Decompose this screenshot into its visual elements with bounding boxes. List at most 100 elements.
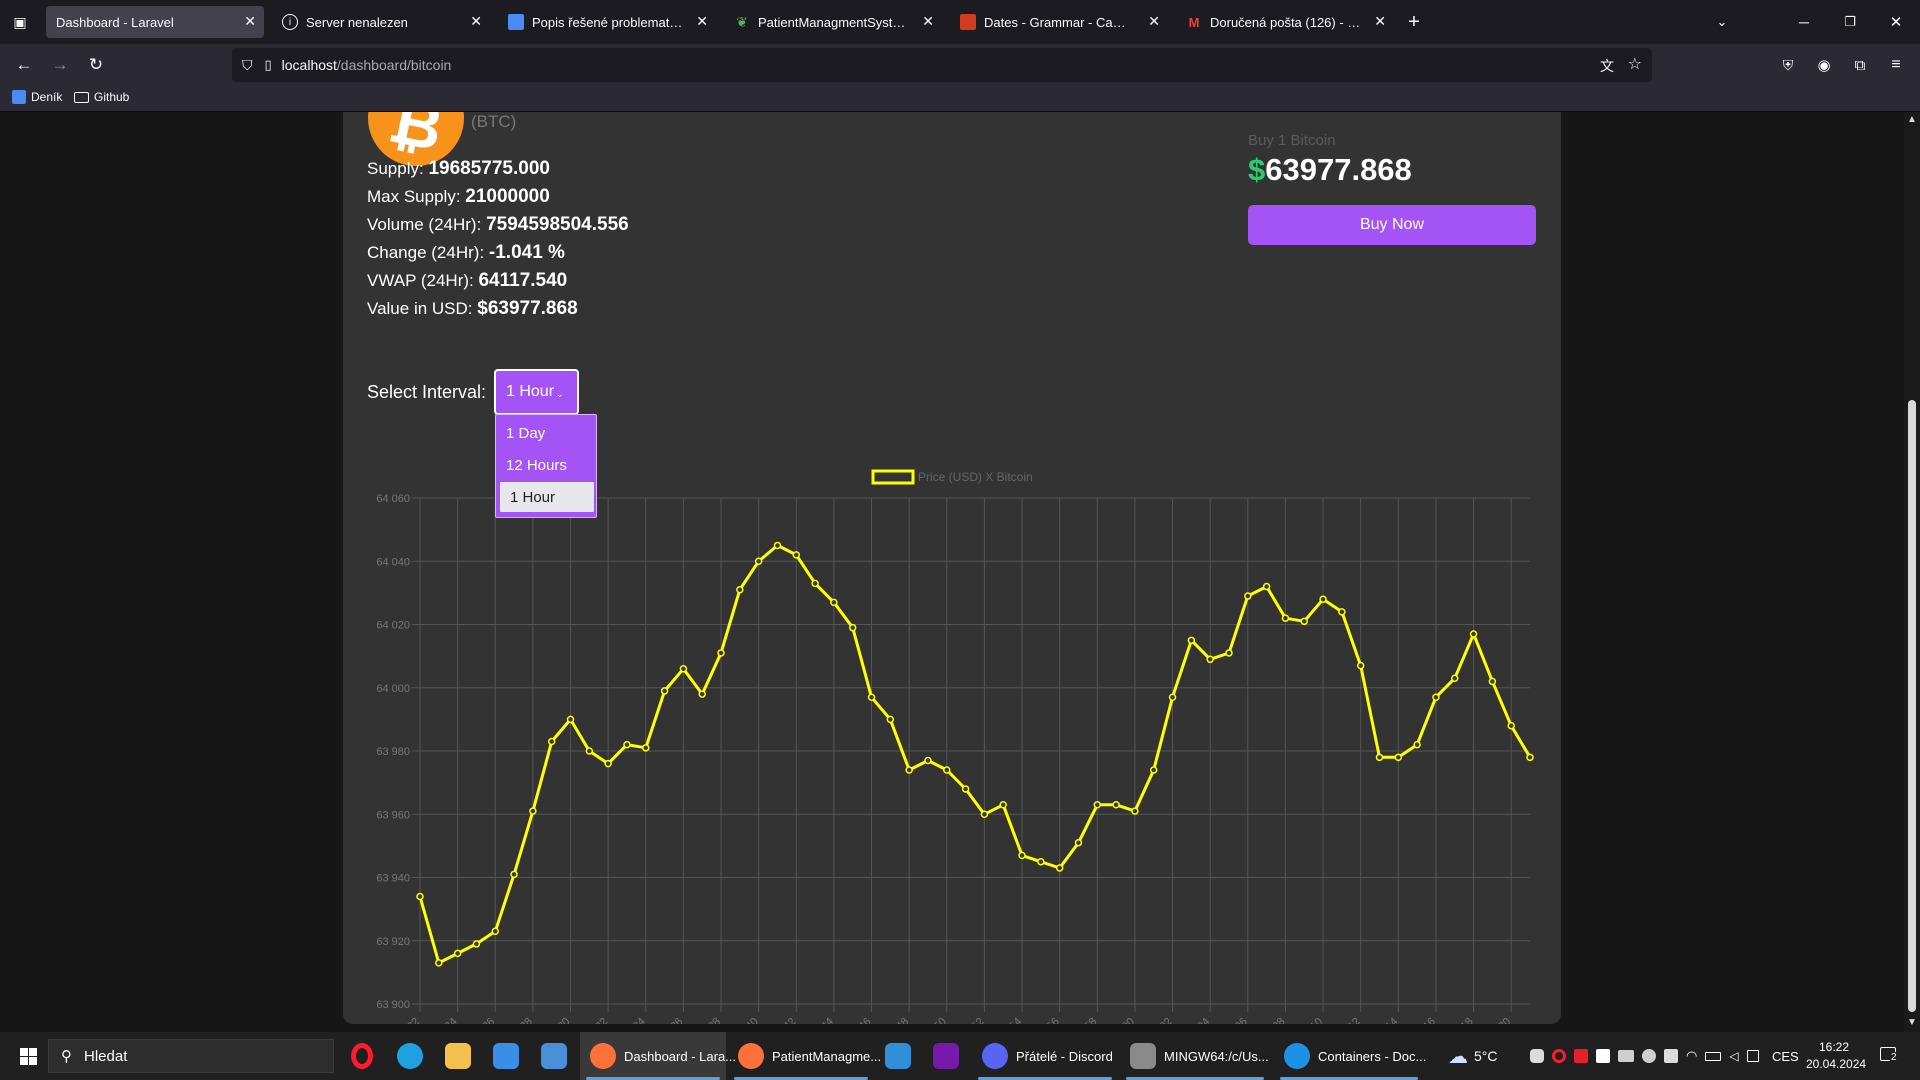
pdf-tray-icon[interactable]	[1574, 1049, 1588, 1063]
start-button[interactable]	[12, 1032, 44, 1080]
tab-overview-icon[interactable]: ▣	[6, 10, 34, 34]
shield-icon[interactable]: ⛉	[242, 57, 253, 74]
data-point	[1244, 592, 1252, 600]
interval-option-1-hour[interactable]: 1 Hour	[500, 482, 594, 512]
page-scrollbar[interactable]: ▲ ▼	[1904, 112, 1920, 1032]
bookmark-denik[interactable]: Deník	[12, 90, 62, 104]
translate-icon[interactable]: 文	[1600, 56, 1614, 76]
defender-tray-icon[interactable]	[1664, 1049, 1678, 1063]
scrollbar-thumb[interactable]	[1908, 400, 1916, 1012]
data-point	[1507, 721, 1515, 730]
docker-tray-icon[interactable]	[1618, 1050, 1634, 1062]
display-icon[interactable]	[1746, 1050, 1759, 1062]
extensions-icon[interactable]: ⧉	[1846, 53, 1874, 77]
new-tab-button[interactable]: +	[1400, 10, 1428, 34]
list-all-tabs-icon[interactable]: ⌄	[1708, 10, 1736, 34]
taskbar-app-git-bash-10[interactable]: MINGW64:/c/Us...	[1120, 1032, 1270, 1080]
pocket-icon[interactable]: ⛨	[1774, 53, 1802, 77]
account-icon[interactable]: ◉	[1810, 53, 1838, 77]
tab-3[interactable]: ❦ PatientManagmentSystem - On ✕	[724, 6, 942, 38]
y-tick-label: 64 060	[376, 493, 410, 505]
x-tick-label: 16:02	[1147, 1016, 1175, 1024]
page-content: ₿ (BTC) Supply: 19685775.000 Max Supply:…	[0, 112, 1904, 1032]
taskbar-app-docker-11[interactable]: Containers - Doc...	[1274, 1032, 1426, 1080]
x-tick-label: 16:00	[1109, 1016, 1137, 1024]
taskbar-app-mail-4[interactable]	[538, 1032, 570, 1080]
taskbar-app-onenote-8[interactable]	[930, 1032, 962, 1080]
data-point	[491, 927, 500, 936]
taskbar-app-firefox-6[interactable]: PatientManagme...	[728, 1032, 881, 1080]
tab-5[interactable]: M Doručená pošta (126) - jan.svac ✕	[1176, 6, 1394, 38]
discord-tray-icon[interactable]	[1530, 1049, 1544, 1063]
language-indicator[interactable]: CES	[1772, 1032, 1799, 1080]
reload-icon[interactable]: ↻	[82, 53, 110, 77]
mongo-leaf-icon: ❦	[736, 13, 748, 30]
taskbar-app-file-explorer-2[interactable]	[442, 1032, 474, 1080]
taskbar-app-vscode-7[interactable]	[882, 1032, 914, 1080]
tab-0[interactable]: Dashboard - Laravel ✕	[46, 6, 264, 38]
lightning-tray-icon[interactable]	[1596, 1049, 1610, 1063]
interval-select[interactable]: 1 Hour ⌄	[494, 369, 579, 415]
notification-center-button[interactable]: 2	[1876, 1044, 1904, 1068]
minimize-window-button[interactable]: ─	[1790, 10, 1818, 34]
close-tab-icon[interactable]: ✕	[1148, 13, 1160, 30]
taskbar-app-edge-1[interactable]	[394, 1032, 426, 1080]
wifi-icon[interactable]: ◠	[1686, 1048, 1697, 1064]
tab-1[interactable]: i Server nenalezen ✕	[272, 6, 490, 38]
close-tab-icon[interactable]: ✕	[1374, 13, 1386, 30]
close-tab-icon[interactable]: ✕	[696, 13, 708, 30]
tab-title: PatientManagmentSystem - On	[758, 14, 932, 30]
data-point	[585, 747, 594, 755]
weather-widget[interactable]: ☁ 5°C	[1448, 1032, 1498, 1080]
page-icon[interactable]: ▯	[265, 57, 272, 73]
star-icon[interactable]: ☆	[1628, 54, 1642, 74]
menu-icon[interactable]: ≡	[1882, 53, 1910, 77]
y-tick-label: 63 920	[376, 936, 410, 948]
y-tick-label: 63 980	[376, 746, 410, 758]
scroll-down-arrow-icon[interactable]: ▼	[1907, 1017, 1917, 1028]
battery-icon[interactable]	[1705, 1051, 1722, 1061]
taskbar-app-label: Přátelé - Discord	[1016, 1048, 1113, 1064]
buy-caption: Buy 1 Bitcoin	[1248, 132, 1336, 149]
x-tick-label: 16:06	[1222, 1016, 1250, 1024]
back-arrow-icon[interactable]: ←	[10, 53, 38, 77]
forward-arrow-icon[interactable]: →	[46, 53, 74, 77]
data-point	[754, 557, 763, 565]
tray-icons[interactable]: ◠ ◁	[1530, 1048, 1760, 1064]
taskbar-search[interactable]: ⚲ Hledat	[48, 1039, 334, 1073]
data-point	[943, 766, 951, 774]
scroll-up-arrow-icon[interactable]: ▲	[1907, 114, 1917, 125]
data-point	[999, 801, 1007, 809]
close-tab-icon[interactable]: ✕	[470, 13, 482, 30]
close-window-button[interactable]: ✕	[1882, 10, 1910, 34]
bookmark-github[interactable]: Github	[74, 90, 129, 104]
restore-window-button[interactable]: ❐	[1836, 10, 1864, 34]
data-point	[848, 623, 857, 632]
tab-2[interactable]: Popis řešené problematiky - Doc ✕	[498, 6, 716, 38]
data-point	[1074, 838, 1083, 847]
data-point	[1432, 693, 1440, 701]
cloud-icon: ☁	[1448, 1045, 1468, 1068]
data-point	[1375, 753, 1384, 762]
interval-option-1-day[interactable]: 1 Day	[496, 418, 596, 448]
taskbar-app-opera-0[interactable]	[346, 1032, 378, 1080]
steam-tray-icon[interactable]	[1642, 1049, 1656, 1063]
buy-now-button[interactable]: Buy Now	[1248, 205, 1536, 245]
opera-tray-icon[interactable]	[1552, 1049, 1566, 1063]
data-point	[642, 744, 650, 752]
close-tab-icon[interactable]: ✕	[244, 13, 256, 30]
mail-icon	[541, 1043, 567, 1069]
close-tab-icon[interactable]: ✕	[922, 13, 934, 30]
tab-4[interactable]: Dates - Grammar - Cambridge D ✕	[950, 6, 1168, 38]
x-tick-label: 15:34	[620, 1016, 648, 1024]
taskbar-app-firefox-5[interactable]: Dashboard - Lara...	[580, 1032, 736, 1080]
clock[interactable]: 16:22 20.04.2024	[1806, 1039, 1866, 1073]
url-host: localhost	[281, 57, 337, 73]
taskbar-app-store-3[interactable]	[490, 1032, 522, 1080]
speaker-icon[interactable]: ◁	[1729, 1049, 1738, 1063]
address-bar[interactable]: ⛉ ▯ localhost/dashboard/bitcoin 文 ☆	[232, 48, 1652, 82]
x-tick-label: 15:22	[394, 1016, 422, 1024]
taskbar-app-discord-9[interactable]: Přátelé - Discord	[972, 1032, 1118, 1080]
file-explorer-icon	[445, 1043, 471, 1069]
interval-option-12-hours[interactable]: 12 Hours	[496, 450, 596, 480]
